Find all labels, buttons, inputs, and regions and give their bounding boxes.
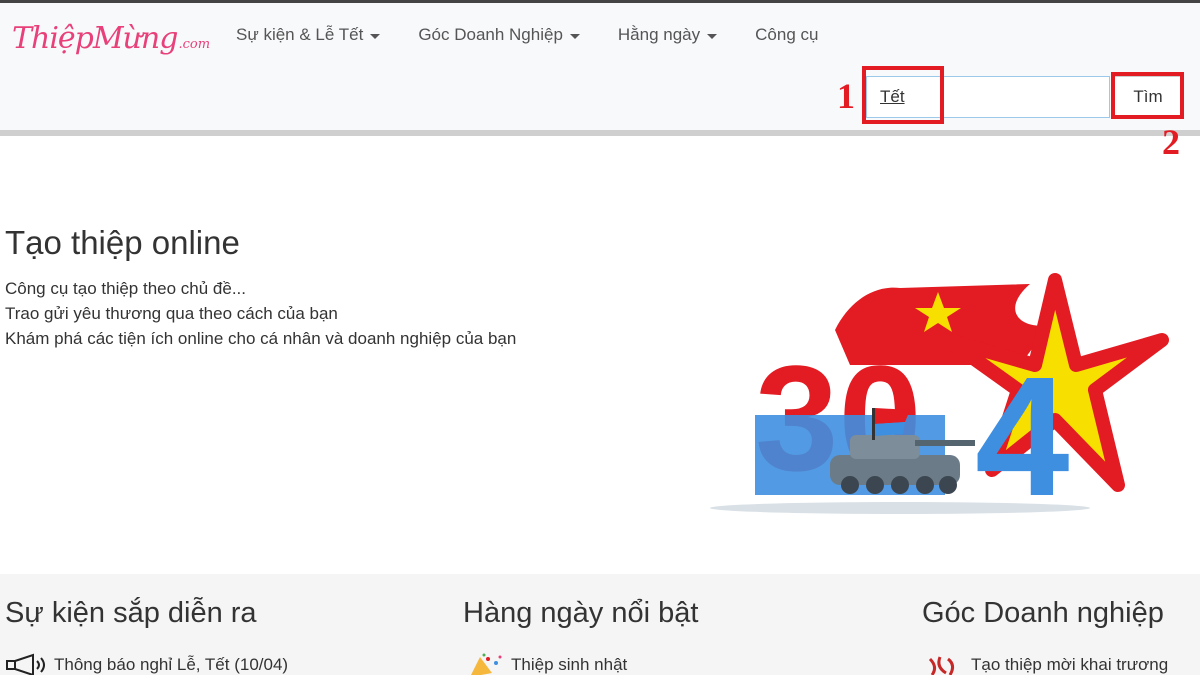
hero-line: Trao gửi yêu thương qua theo cách của bạ… [5, 304, 338, 323]
section-title-business: Góc Doanh nghiệp [922, 597, 1164, 629]
list-item-business[interactable]: Tạo thiệp mời khai trương [926, 653, 1168, 675]
caret-down-icon [707, 33, 718, 39]
step-number-1: 1 [837, 76, 855, 116]
menu-item-label: Góc Doanh Nghiệp [418, 25, 563, 44]
hero-description: Công cụ tạo thiệp theo chủ đề... Trao gử… [5, 276, 516, 351]
hero-line: Khám phá các tiện ích online cho cá nhân… [5, 329, 517, 348]
section-title-events: Sự kiện sắp diễn ra [5, 597, 257, 629]
menu-item-tools[interactable]: Công cụ [755, 25, 818, 45]
step-number-2: 2 [1162, 122, 1180, 162]
logo-suffix: .com [178, 37, 211, 52]
menu-item-business[interactable]: Góc Doanh Nghiệp [418, 25, 580, 45]
list-item-events[interactable]: Thông báo nghỉ Lễ, Tết (10/04) [5, 653, 288, 675]
menu-item-label: Công cụ [755, 25, 819, 44]
list-item-label: Thông báo nghỉ Lễ, Tết (10/04) [54, 655, 289, 674]
list-item-daily[interactable]: Thiệp sinh nhật [466, 653, 627, 675]
hero-title: Tạo thiệp online [5, 224, 240, 261]
caret-down-icon [569, 33, 580, 39]
highlight-box-search-button [1111, 72, 1184, 119]
main-menu: Sự kiện & Lễ Tết Góc Doanh Nghiệp Hằng n… [236, 25, 856, 45]
ribbon-icon [928, 656, 955, 675]
caret-down-icon [370, 33, 381, 39]
banner-number-4: 4 [975, 342, 1070, 520]
highlight-box-search-input [862, 66, 944, 124]
party-popper-icon [471, 653, 502, 675]
section-title-daily: Hàng ngày nổi bật [463, 597, 699, 629]
ground-shadow [710, 502, 1090, 514]
navbar-divider [0, 130, 1200, 136]
menu-item-label: Hằng ngày [617, 25, 701, 44]
list-item-label: Thiệp sinh nhật [511, 655, 628, 674]
reunification-day-banner: 30 4 [710, 273, 1169, 520]
menu-item-events[interactable]: Sự kiện & Lễ Tết [236, 25, 381, 45]
megaphone-icon [6, 653, 45, 675]
logo-text: ThiệpMừng [12, 21, 178, 56]
menu-item-daily[interactable]: Hằng ngày [617, 25, 718, 45]
site-logo[interactable]: ThiệpMừng .com [12, 21, 210, 61]
tank-icon [830, 435, 975, 494]
menu-item-label: Sự kiện & Lễ Tết [236, 25, 364, 44]
list-item-label: Tạo thiệp mời khai trương [971, 655, 1169, 674]
hero-line: Công cụ tạo thiệp theo chủ đề... [5, 279, 247, 298]
